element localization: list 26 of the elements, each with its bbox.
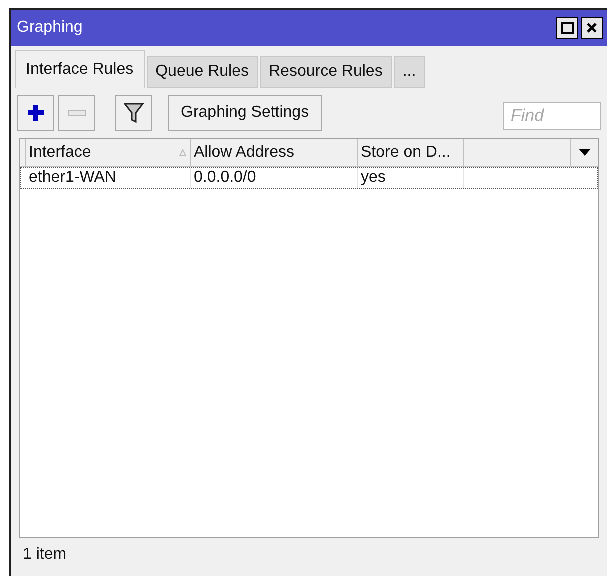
column-header[interactable]: Allow Address	[191, 139, 358, 166]
plus-icon	[26, 103, 46, 123]
tab[interactable]: ...	[394, 56, 426, 88]
filter-icon	[124, 102, 144, 124]
column-header[interactable]: Store on D...	[358, 139, 464, 166]
add-button[interactable]	[17, 95, 54, 131]
tab[interactable]: Interface Rules	[15, 50, 145, 88]
maximize-icon	[560, 22, 574, 34]
table-cell: yes	[358, 168, 464, 188]
minus-icon	[68, 110, 86, 116]
column-header[interactable]: Interface	[26, 139, 191, 166]
maximize-button[interactable]	[556, 17, 578, 39]
find-field[interactable]: Find	[503, 102, 601, 130]
sort-icon	[179, 148, 187, 156]
filter-button[interactable]	[115, 95, 152, 131]
tab[interactable]: Resource Rules	[260, 56, 392, 88]
window-title: Graphing	[17, 18, 84, 38]
table-row[interactable]: ether1-WAN 0.0.0.0/0 yes	[20, 167, 598, 189]
caret-icon	[578, 148, 590, 156]
table-cell: ether1-WAN	[26, 168, 191, 188]
settings-button[interactable]: Graphing Settings	[168, 95, 322, 131]
table-cell: 0.0.0.0/0	[191, 168, 358, 188]
close-button[interactable]	[581, 17, 603, 39]
close-icon	[586, 22, 598, 34]
tab[interactable]: Queue Rules	[146, 56, 258, 88]
status-text: 1 item	[23, 545, 67, 565]
